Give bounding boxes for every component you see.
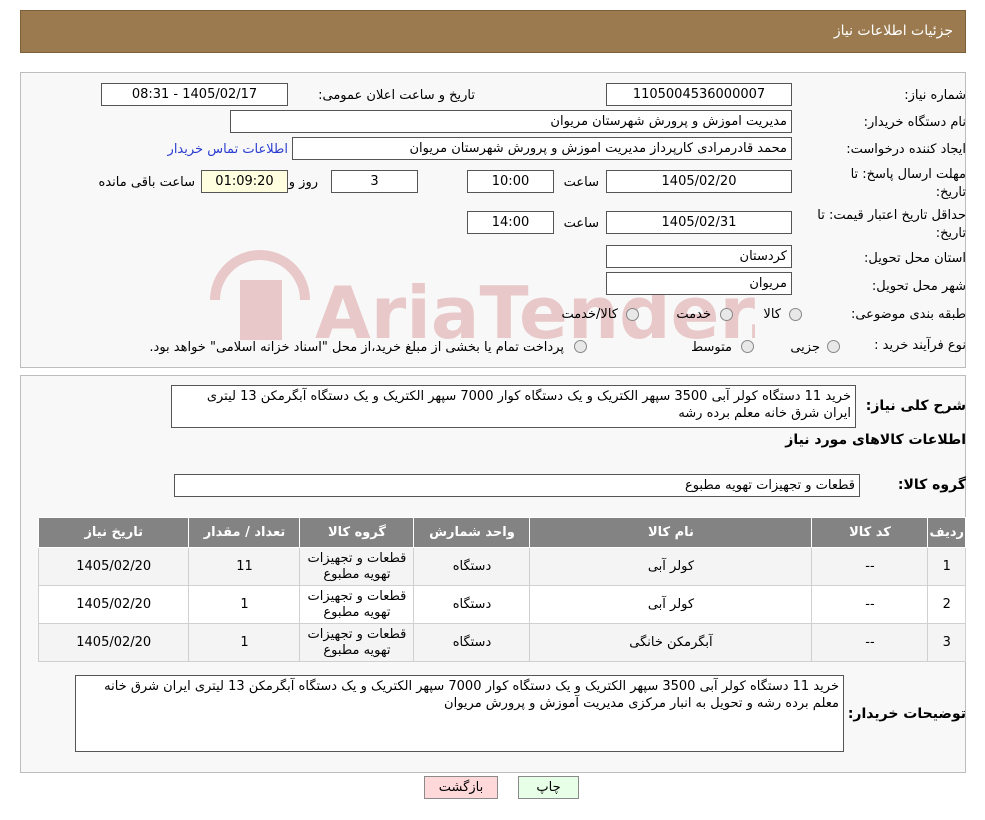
cell-group-line2: تهویه مطبوع xyxy=(323,566,391,582)
description-label: شرح کلی نیاز: xyxy=(865,398,966,414)
cell-name: کولر آبی xyxy=(529,547,813,586)
deadline-time-field: 10:00 xyxy=(467,170,554,193)
category-goods-label: کالا xyxy=(763,307,781,322)
need-number-field: 1105004536000007 xyxy=(606,83,792,106)
description-textarea[interactable]: خرید 11 دستگاه کولر آبی 3500 سپهر الکتری… xyxy=(171,385,856,428)
process-medium-radio[interactable] xyxy=(741,340,754,353)
cell-group: قطعات و تجهیزات تهویه مطبوع xyxy=(299,623,415,662)
deadline-label-line2: تاریخ: xyxy=(935,185,966,200)
col-code-header: کد کالا xyxy=(811,517,929,548)
category-service-radio[interactable] xyxy=(720,308,733,321)
cell-row: 3 xyxy=(927,623,966,662)
cell-date: 1405/02/20 xyxy=(37,585,190,624)
cell-name: آبگرمکن خانگی xyxy=(529,623,813,662)
process-medium-label: متوسط xyxy=(691,340,732,355)
cell-group: قطعات و تجهیزات تهویه مطبوع xyxy=(299,585,415,624)
cell-date: 1405/02/20 xyxy=(37,547,190,586)
cell-group-line2: تهویه مطبوع xyxy=(323,604,391,620)
cell-group-line1: قطعات و تجهیزات xyxy=(307,550,407,566)
cell-row: 2 xyxy=(927,585,966,624)
remaining-time-label: ساعت باقی مانده xyxy=(98,175,195,190)
col-row-header: ردیف xyxy=(927,517,966,548)
process-minor-radio[interactable] xyxy=(827,340,840,353)
price-validity-time-field: 14:00 xyxy=(467,211,554,234)
col-qty-header: تعداد / مقدار xyxy=(188,517,301,548)
table-row: 1 -- کولر آبی دستگاه قطعات و تجهیزات تهوی… xyxy=(37,547,966,586)
cell-group-line2: تهویه مطبوع xyxy=(323,642,391,658)
process-label: نوع فرآیند خرید : xyxy=(874,338,966,353)
items-table: ردیف کد کالا نام کالا واحد شمارش گروه کا… xyxy=(37,517,966,662)
remaining-time-field: 01:09:20 xyxy=(201,170,288,193)
cell-code: -- xyxy=(811,623,929,662)
print-button[interactable]: چاپ xyxy=(518,776,579,799)
goods-group-label: گروه کالا: xyxy=(897,477,966,493)
price-validity-time-label: ساعت xyxy=(563,216,599,231)
process-minor-label: جزیی xyxy=(790,340,820,355)
contact-buyer-link[interactable]: اطلاعات تماس خریدار xyxy=(168,141,288,158)
buyer-org-label: نام دستگاه خریدار: xyxy=(863,115,966,130)
page-header: جزئیات اطلاعات نیاز xyxy=(20,10,966,53)
goods-section-title: اطلاعات کالاهای مورد نیاز xyxy=(785,432,966,448)
category-goods-service-radio[interactable] xyxy=(626,308,639,321)
cell-qty: 1 xyxy=(188,623,301,662)
buyer-notes-textarea[interactable]: خرید 11 دستگاه کولر آبی 3500 سپهر الکتری… xyxy=(75,675,844,752)
process-note: پرداخت تمام یا بخشی از مبلغ خرید،از محل … xyxy=(149,340,564,355)
category-goods-service-label: کالا/خدمت xyxy=(561,307,618,322)
city-label: شهر محل تحویل: xyxy=(871,279,966,294)
cell-code: -- xyxy=(811,547,929,586)
buyer-org-field: مدیریت اموزش و پرورش شهرستان مریوان xyxy=(230,110,792,133)
requester-field: محمد قادرمرادی کارپرداز مدیریت اموزش و پ… xyxy=(292,137,792,160)
process-treasury-radio[interactable] xyxy=(574,340,587,353)
deadline-time-label: ساعت xyxy=(563,175,599,190)
category-goods-radio[interactable] xyxy=(789,308,802,321)
col-name-header: نام کالا xyxy=(529,517,813,548)
price-validity-label-line2: تاریخ: xyxy=(935,226,966,241)
price-validity-date-field: 1405/02/31 xyxy=(606,211,792,234)
announce-field: 1405/02/17 - 08:31 xyxy=(101,83,288,106)
cell-name: کولر آبی xyxy=(529,585,813,624)
days-label: روز و xyxy=(288,175,318,190)
cell-group: قطعات و تجهیزات تهویه مطبوع xyxy=(299,547,415,586)
announce-label: تاریخ و ساعت اعلان عمومی: xyxy=(318,88,475,103)
cell-row: 1 xyxy=(927,547,966,586)
requester-label: ایجاد کننده درخواست: xyxy=(846,142,966,157)
cell-unit: دستگاه xyxy=(413,547,531,586)
cell-unit: دستگاه xyxy=(413,585,531,624)
cell-unit: دستگاه xyxy=(413,623,531,662)
deadline-date-field: 1405/02/20 xyxy=(606,170,792,193)
cell-group-line1: قطعات و تجهیزات xyxy=(307,588,407,604)
cell-qty: 1 xyxy=(188,585,301,624)
col-group-header: گروه کالا xyxy=(299,517,415,548)
col-date-header: تاریخ نیاز xyxy=(37,517,190,548)
cell-group-line1: قطعات و تجهیزات xyxy=(307,626,407,642)
need-number-label: شماره نیاز: xyxy=(904,88,966,103)
items-table-wrapper: ردیف کد کالا نام کالا واحد شمارش گروه کا… xyxy=(37,517,966,665)
cell-qty: 11 xyxy=(188,547,301,586)
city-field: مریوان xyxy=(606,272,792,295)
buyer-notes-label: توضیحات خریدار: xyxy=(847,706,966,722)
back-button[interactable]: بازگشت xyxy=(424,776,498,799)
category-label: طبقه بندی موضوعی: xyxy=(850,307,966,322)
goods-group-field: قطعات و تجهیزات تهویه مطبوع xyxy=(174,474,860,497)
cell-date: 1405/02/20 xyxy=(37,623,190,662)
table-row: 2 -- کولر آبی دستگاه قطعات و تجهیزات تهوی… xyxy=(37,585,966,624)
days-field: 3 xyxy=(331,170,418,193)
deadline-label-line1: مهلت ارسال پاسخ: تا xyxy=(850,167,966,182)
price-validity-label-line1: حداقل تاریخ اعتبار قیمت: تا xyxy=(817,208,966,223)
col-unit-header: واحد شمارش xyxy=(413,517,531,548)
category-service-label: خدمت xyxy=(676,307,711,322)
table-row: 3 -- آبگرمکن خانگی دستگاه قطعات و تجهیزا… xyxy=(37,623,966,662)
province-label: استان محل تحویل: xyxy=(864,251,966,266)
province-field: کردستان xyxy=(606,245,792,268)
table-header-row: ردیف کد کالا نام کالا واحد شمارش گروه کا… xyxy=(37,517,966,548)
page-title: جزئیات اطلاعات نیاز xyxy=(833,23,953,39)
cell-code: -- xyxy=(811,585,929,624)
